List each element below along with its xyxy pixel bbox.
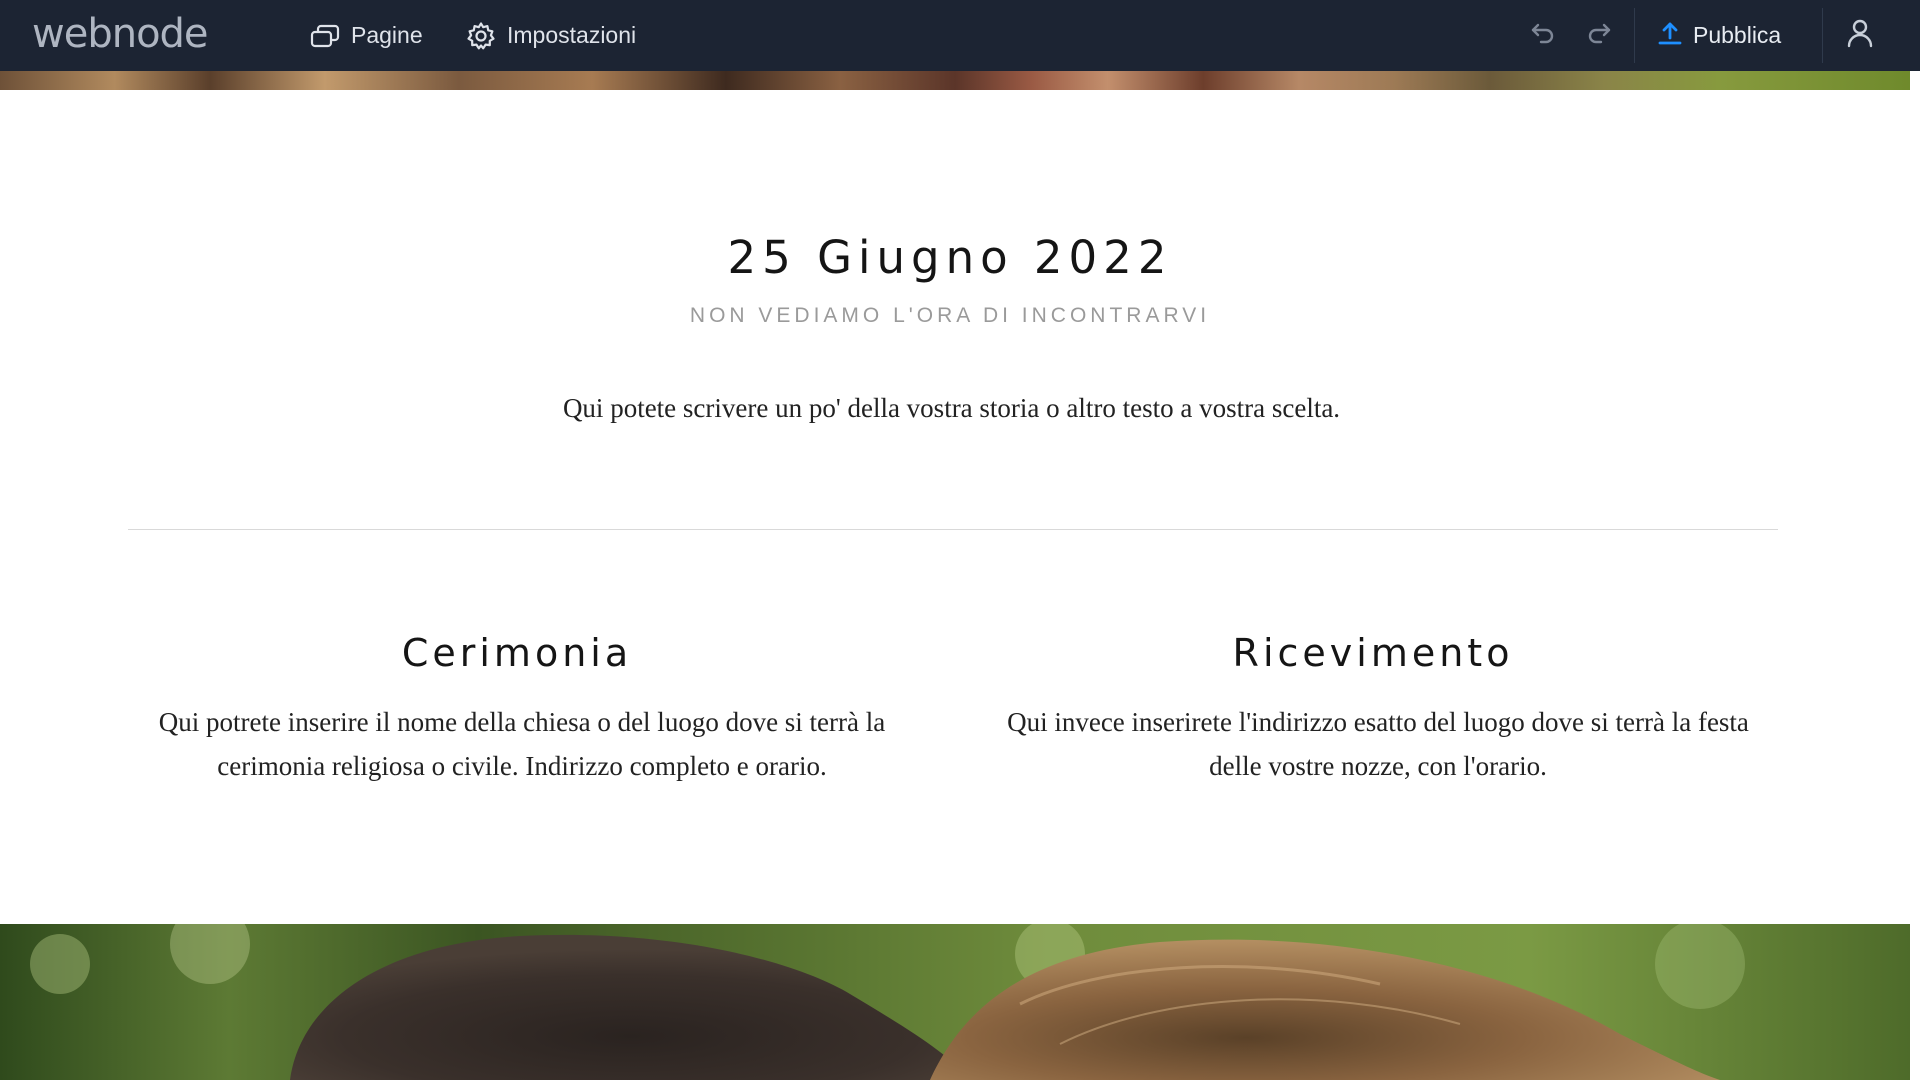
ceremony-text[interactable]: Qui potrete inserire il nome della chies… [127,700,917,788]
upload-icon [1657,20,1683,52]
section-subtitle[interactable]: NON VEDIAMO L'ORA DI INCONTRARVI [0,303,1900,329]
reception-text[interactable]: Qui invece inserirete l'indirizzo esatto… [983,700,1773,788]
user-icon [1847,18,1873,53]
pages-icon [310,23,340,49]
webnode-logo[interactable]: webnode [32,10,209,58]
pages-label: Pagine [351,22,423,48]
reception-heading[interactable]: Ricevimento [983,628,1763,678]
settings-label: Impostazioni [507,22,637,48]
publish-label: Pubblica [1693,22,1782,48]
section-divider[interactable] [128,529,1778,530]
redo-icon [1586,22,1612,49]
publish-button[interactable]: Pubblica [1657,0,1781,71]
editor-toolbar: webnode Pagine Impostazioni Pubblica [0,0,1920,71]
settings-button[interactable]: Impostazioni [466,0,636,71]
toolbar-divider [1634,8,1635,63]
ceremony-heading[interactable]: Cerimonia [127,628,907,678]
canvas-scroll-gutter [1910,71,1920,1080]
gear-icon [466,21,496,51]
toolbar-divider [1822,8,1823,63]
couple-photo[interactable] [0,924,1910,1080]
wedding-date-heading[interactable]: 25 Giugno 2022 [0,228,1900,288]
intro-text[interactable]: Qui potete scrivere un po' della vostra … [0,390,1903,426]
undo-button[interactable] [1525,0,1561,71]
redo-button[interactable] [1581,0,1617,71]
pages-button[interactable]: Pagine [310,0,423,71]
account-button[interactable] [1840,0,1880,71]
hero-image-bottom-edge[interactable] [0,71,1910,90]
undo-icon [1530,22,1556,49]
